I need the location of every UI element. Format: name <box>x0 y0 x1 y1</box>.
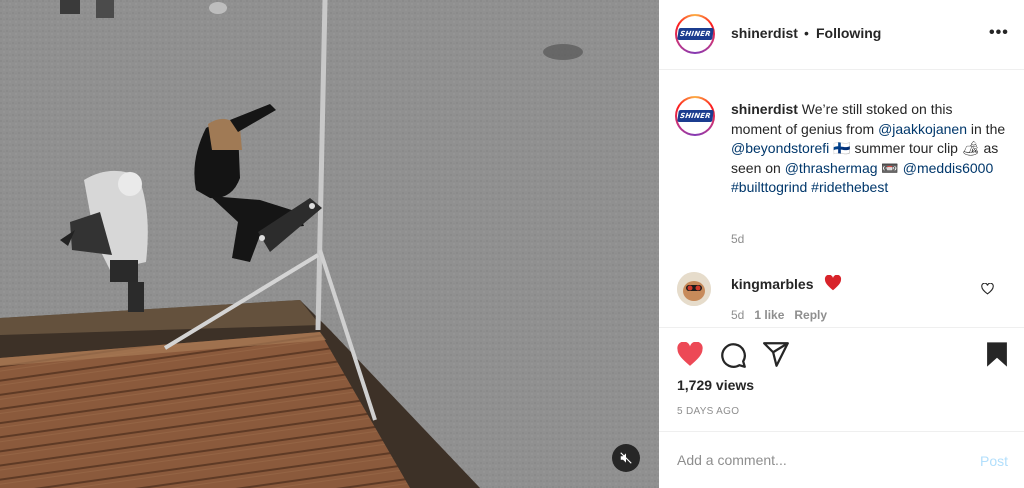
post-header: SHINER shinerdist • Following ••• <box>659 0 1024 70</box>
comment-timestamp[interactable]: 5d <box>731 308 744 322</box>
comment-bubble-icon <box>721 343 746 368</box>
mention-link[interactable]: @meddis6000 <box>903 160 994 176</box>
author-username[interactable]: shinerdist <box>731 25 798 41</box>
caption-username[interactable]: shinerdist <box>731 101 798 117</box>
heart-emoji-icon <box>824 274 842 296</box>
more-options-icon[interactable]: ••• <box>989 24 1009 42</box>
separator-dot: • <box>804 25 809 41</box>
share-button[interactable] <box>763 342 790 372</box>
views-count[interactable]: 1,729 views <box>677 377 754 393</box>
post-date[interactable]: 5 DAYS AGO <box>677 406 739 417</box>
hashtag-link[interactable]: #ridethebest <box>811 179 888 195</box>
caption-segment: 📼 <box>877 159 903 176</box>
like-button[interactable] <box>676 341 704 372</box>
profile-avatar[interactable]: SHINER <box>675 14 715 54</box>
caption-timestamp[interactable]: 5d <box>731 232 744 246</box>
comment-button[interactable] <box>720 342 747 374</box>
bookmark-filled-icon <box>987 342 1007 367</box>
reply-button[interactable]: Reply <box>794 308 827 322</box>
post-video[interactable] <box>0 0 659 488</box>
caption-segment: in the <box>967 120 1006 137</box>
commenter-username[interactable]: kingmarbles <box>731 276 813 292</box>
avatar-logo-text: SHINER <box>676 28 714 40</box>
avatar-logo-text: SHINER <box>676 110 714 122</box>
video-frame <box>0 0 659 488</box>
mention-link[interactable]: @beyondstorefi <box>731 140 829 156</box>
caption-text: shinerdist We’re still stoked on this mo… <box>731 100 1006 198</box>
comment-like-icon[interactable] <box>981 282 994 300</box>
comment-composer: Post <box>659 431 1024 488</box>
comment-meta: 5d 1 like Reply <box>731 308 837 322</box>
comment-input[interactable] <box>677 448 947 472</box>
mention-link[interactable]: @thrashermag <box>785 160 878 176</box>
following-button[interactable]: Following <box>816 25 881 41</box>
comment-item: kingmarbles 5d 1 like Reply <box>659 268 1024 328</box>
speaker-muted-icon <box>620 452 632 464</box>
save-button[interactable] <box>986 341 1008 373</box>
caption-avatar[interactable]: SHINER <box>675 96 715 136</box>
hashtag-link[interactable]: #builttogrind <box>731 179 807 195</box>
post-details-panel: SHINER shinerdist • Following ••• SHINER… <box>659 0 1024 488</box>
mention-link[interactable]: @jaakkojanen <box>878 121 967 137</box>
comment-likes-count[interactable]: 1 like <box>754 308 784 322</box>
heart-filled-icon <box>677 341 703 366</box>
commenter-avatar[interactable] <box>677 272 711 306</box>
action-bar: 1,729 views 5 DAYS AGO <box>659 327 1024 431</box>
post-comment-button[interactable]: Post <box>980 453 1008 469</box>
mute-button[interactable] <box>612 444 640 472</box>
paper-plane-icon <box>763 342 789 367</box>
